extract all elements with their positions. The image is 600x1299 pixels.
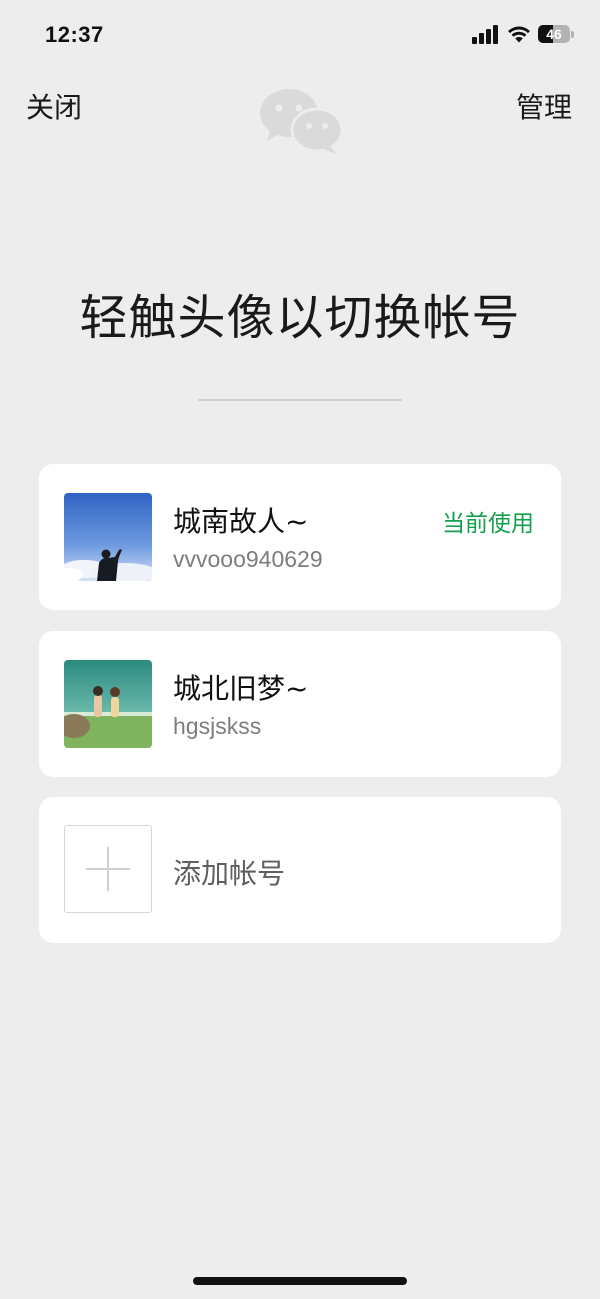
- status-time: 12:37: [45, 22, 104, 47]
- add-account-label: 添加帐号: [173, 857, 286, 890]
- status-icons: 46: [472, 24, 574, 44]
- wechat-logo-icon: [258, 86, 344, 156]
- account-name: 城南故人~: [173, 505, 309, 538]
- current-account-badge: 当前使用: [442, 511, 534, 537]
- avatar[interactable]: [64, 493, 152, 581]
- add-account-card[interactable]: 添加帐号: [39, 797, 561, 943]
- account-name: 城北旧梦~: [173, 672, 309, 705]
- page-title: 轻触头像以切换帐号: [79, 290, 521, 346]
- status-bar: 12:37 46: [0, 0, 600, 70]
- wifi-icon: [508, 26, 530, 43]
- manage-button[interactable]: 管理: [516, 86, 572, 126]
- home-indicator[interactable]: [193, 1277, 407, 1285]
- plus-icon[interactable]: [64, 825, 152, 913]
- account-card-current[interactable]: 城南故人~ vvvooo940629 当前使用: [39, 464, 561, 610]
- avatar[interactable]: [64, 660, 152, 748]
- close-button[interactable]: 关闭: [26, 86, 82, 126]
- battery-level: 46: [546, 26, 562, 42]
- account-card[interactable]: 城北旧梦~ hgsjskss: [39, 631, 561, 777]
- divider: [198, 399, 402, 401]
- account-id: vvvooo940629: [173, 546, 323, 572]
- battery-icon: 46: [538, 24, 574, 44]
- account-id: hgsjskss: [173, 713, 262, 739]
- signal-icon: [472, 25, 498, 44]
